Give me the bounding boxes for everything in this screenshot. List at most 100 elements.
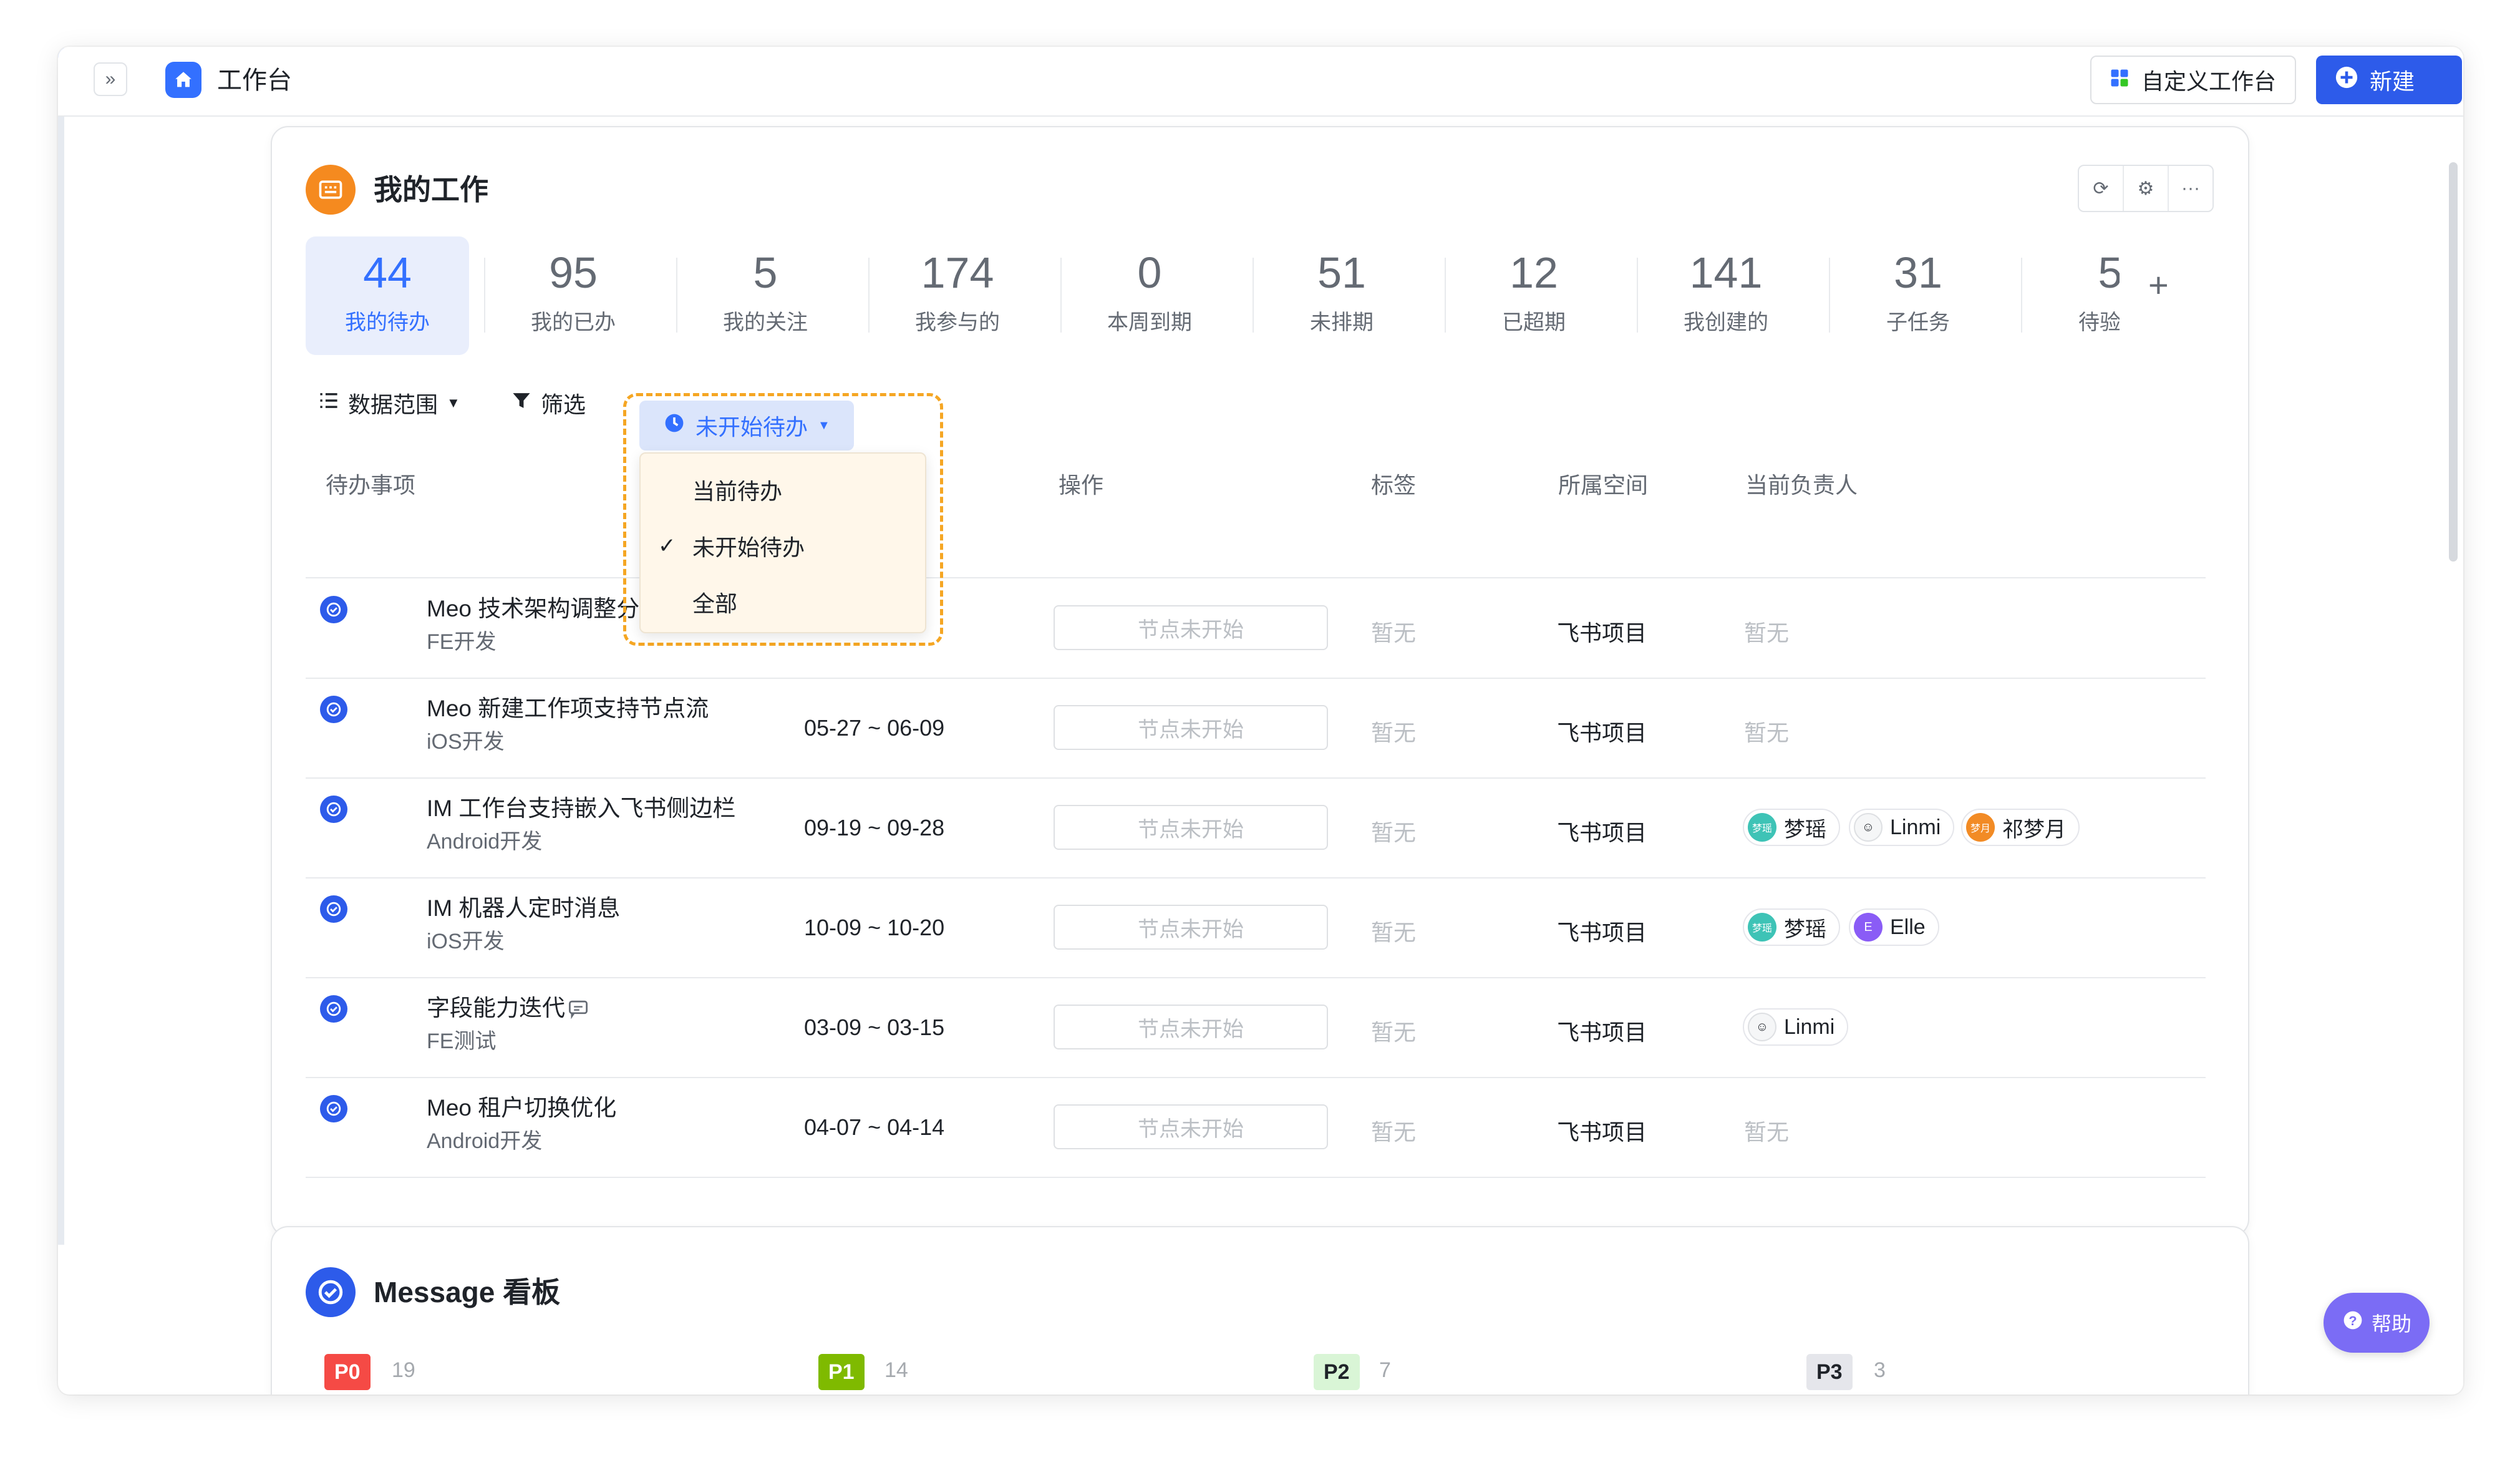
node-action-button[interactable]: 节点未开始 bbox=[1054, 905, 1328, 950]
node-action-button[interactable]: 节点未开始 bbox=[1054, 805, 1328, 850]
stat-tab-my-todo[interactable]: 44 我的待办 bbox=[306, 236, 469, 355]
scrollbar[interactable] bbox=[2449, 162, 2458, 562]
task-date: 10-09 ~ 10-20 bbox=[804, 915, 945, 940]
avatar: 梦瑶 bbox=[1748, 813, 1776, 842]
priority-badge-p3[interactable]: P3 bbox=[1806, 1354, 1853, 1390]
task-subtitle: iOS开发 bbox=[427, 730, 505, 754]
owner-chip[interactable]: 梦瑶 梦瑶 bbox=[1743, 908, 1840, 946]
owner-name: 祁梦月 bbox=[2002, 817, 2066, 842]
stat-tab-overdue[interactable]: 12 已超期 bbox=[1452, 236, 1616, 355]
add-stat-button[interactable]: + bbox=[2148, 265, 2169, 305]
row-divider bbox=[306, 977, 2206, 978]
stat-value: 95 bbox=[549, 248, 598, 297]
task-title[interactable]: Meo 租户切换优化 bbox=[427, 1093, 616, 1123]
task-title[interactable]: 字段能力迭代 bbox=[427, 993, 565, 1023]
owner-chip[interactable]: 梦月 祁梦月 bbox=[1961, 809, 2080, 846]
node-action-button[interactable]: 节点未开始 bbox=[1054, 605, 1328, 650]
row-divider bbox=[306, 678, 2206, 679]
task-title[interactable]: IM 机器人定时消息 bbox=[427, 893, 620, 923]
message-board-icon bbox=[306, 1267, 356, 1317]
customize-workbench-button[interactable]: 自定义工作台 bbox=[2090, 56, 2296, 104]
stat-tab-due-this-week[interactable]: 0 本周到期 bbox=[1068, 236, 1231, 355]
tags-value: 暂无 bbox=[1371, 720, 1417, 746]
stat-label: 待验收 bbox=[2078, 311, 2120, 334]
refresh-icon: ⟳ bbox=[2093, 178, 2109, 199]
row-divider bbox=[306, 877, 2206, 879]
stat-tab-subtasks[interactable]: 31 子任务 bbox=[1836, 236, 2000, 355]
stat-value: 5 bbox=[2098, 248, 2120, 297]
owner-chip[interactable]: 梦瑶 梦瑶 bbox=[1743, 809, 1840, 846]
priority-count: 3 bbox=[1874, 1358, 1886, 1382]
stat-tab-pending-acceptance[interactable]: 5 待验收 bbox=[2028, 236, 2120, 355]
comment-icon[interactable] bbox=[568, 998, 589, 1023]
row-divider bbox=[306, 1077, 2206, 1078]
owner-chip[interactable]: E Elle bbox=[1849, 908, 1939, 946]
dropdown-option-current[interactable]: 当前待办 bbox=[641, 465, 925, 515]
stat-tab-following[interactable]: 5 我的关注 bbox=[684, 236, 847, 355]
node-action-button[interactable]: 节点未开始 bbox=[1054, 1104, 1328, 1149]
filter-label: 筛选 bbox=[541, 392, 586, 417]
task-date: 05-27 ~ 06-09 bbox=[804, 715, 945, 741]
stat-tab-participated[interactable]: 174 我参与的 bbox=[876, 236, 1039, 355]
list-icon bbox=[318, 390, 339, 417]
task-check-icon bbox=[320, 995, 347, 1023]
status-filter-button[interactable]: 未开始待办 ▼ bbox=[639, 401, 854, 450]
work-card-icon bbox=[306, 165, 356, 215]
task-date: 03-09 ~ 03-15 bbox=[804, 1015, 945, 1040]
task-check-icon bbox=[320, 696, 347, 723]
stat-divider bbox=[1829, 258, 1830, 333]
owner-value: 暂无 bbox=[1744, 620, 1790, 646]
priority-badge-p2[interactable]: P2 bbox=[1314, 1354, 1360, 1390]
work-card-title: 我的工作 bbox=[374, 173, 488, 206]
stat-value: 51 bbox=[1317, 248, 1366, 297]
left-edge-strip bbox=[58, 47, 64, 1245]
space-value: 飞书项目 bbox=[1557, 920, 1647, 945]
avatar: ☺ bbox=[1854, 813, 1883, 842]
stats-tabs: 44 我的待办 95 我的已办 5 我的关注 174 我参与的 0 本周到期 5… bbox=[306, 236, 2120, 355]
stat-value: 12 bbox=[1510, 248, 1558, 297]
space-value: 飞书项目 bbox=[1557, 1020, 1647, 1045]
task-title[interactable]: Meo 新建工作项支持节点流 bbox=[427, 694, 709, 724]
column-header-tags: 标签 bbox=[1371, 472, 1417, 498]
avatar: 梦瑶 bbox=[1748, 913, 1776, 942]
dropdown-option-all[interactable]: 全部 bbox=[641, 577, 925, 627]
card-tools: ⟳ ⚙ ··· bbox=[2078, 165, 2214, 212]
data-range-label: 数据范围 bbox=[348, 392, 439, 417]
help-label: 帮助 bbox=[2371, 1313, 2411, 1335]
task-subtitle: FE测试 bbox=[427, 1029, 497, 1053]
task-date: 09-19 ~ 09-28 bbox=[804, 815, 945, 840]
owner-name: 梦瑶 bbox=[1784, 817, 1826, 842]
app-window: » 工作台 自定义工作台 新建 我的工作 ⟳ ⚙ ··· 44 我的待办 95 … bbox=[58, 47, 2463, 1394]
settings-button[interactable]: ⚙ bbox=[2124, 166, 2169, 211]
grid-icon bbox=[2110, 67, 2129, 93]
stat-tab-unscheduled[interactable]: 51 未排期 bbox=[1260, 236, 1423, 355]
refresh-button[interactable]: ⟳ bbox=[2079, 166, 2124, 211]
stat-tab-created[interactable]: 141 我创建的 bbox=[1644, 236, 1808, 355]
more-button[interactable]: ··· bbox=[2169, 166, 2212, 211]
stat-value: 0 bbox=[1137, 248, 1162, 297]
stat-tab-clip: 5 待验收 bbox=[2028, 236, 2120, 355]
dropdown-option-not-started[interactable]: ✓ 未开始待办 bbox=[641, 521, 925, 571]
top-bar: » 工作台 自定义工作台 新建 bbox=[58, 47, 2463, 117]
stat-divider bbox=[1253, 258, 1254, 333]
filter-button[interactable]: 筛选 bbox=[511, 378, 586, 428]
space-value: 飞书项目 bbox=[1557, 720, 1647, 746]
new-button[interactable]: 新建 bbox=[2316, 56, 2462, 104]
plus-circle-icon bbox=[2335, 66, 2358, 95]
help-button[interactable]: ? 帮助 bbox=[2324, 1293, 2430, 1353]
task-title[interactable]: IM 工作台支持嵌入飞书侧边栏 bbox=[427, 794, 735, 824]
priority-badge-p1[interactable]: P1 bbox=[818, 1354, 865, 1390]
priority-badge-p0[interactable]: P0 bbox=[324, 1354, 371, 1390]
expand-sidebar-button[interactable]: » bbox=[94, 62, 127, 96]
new-label: 新建 bbox=[2370, 69, 2415, 94]
node-action-button[interactable]: 节点未开始 bbox=[1054, 705, 1328, 750]
node-action-button[interactable]: 节点未开始 bbox=[1054, 1005, 1328, 1049]
task-check-icon bbox=[320, 596, 347, 623]
owner-chip[interactable]: ☺ Linmi bbox=[1849, 809, 1955, 846]
stat-tab-done[interactable]: 95 我的已办 bbox=[492, 236, 655, 355]
owner-chip[interactable]: ☺ Linmi bbox=[1743, 1008, 1849, 1046]
task-date: 04-07 ~ 04-14 bbox=[804, 1114, 945, 1140]
clock-icon bbox=[663, 412, 686, 440]
data-range-button[interactable]: 数据范围 ▼ bbox=[318, 378, 460, 428]
task-check-icon bbox=[320, 796, 347, 823]
